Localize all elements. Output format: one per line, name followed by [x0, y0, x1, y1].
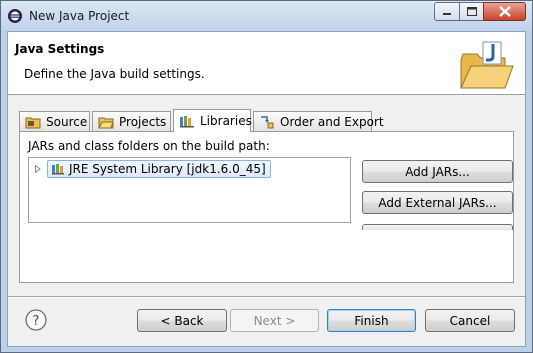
close-icon [498, 6, 511, 17]
window: New Java Project Java Settings Define th… [0, 0, 533, 353]
page-title: Java Settings [15, 42, 105, 56]
tab-source[interactable]: Source [19, 111, 90, 131]
order-export-icon [261, 115, 274, 128]
svg-text:?: ? [33, 314, 40, 329]
jre-library-entry[interactable]: JRE System Library [jdk1.6.0_45] [47, 159, 271, 178]
finish-button[interactable]: Finish [327, 309, 416, 332]
tab-label-source: Source [46, 114, 88, 129]
jre-library-label: JRE System Library [jdk1.6.0_45] [69, 161, 266, 176]
jre-library-icon [52, 164, 64, 175]
build-path-label: JARs and class folders on the build path… [28, 139, 270, 153]
wizard-header: Java Settings Define the Java build sett… [8, 32, 525, 95]
maximize-icon [466, 7, 477, 16]
libraries-panel: JARs and class folders on the build path… [19, 131, 514, 283]
tab-label-order-and-export: Order and Export [280, 114, 384, 129]
tree-item[interactable]: JRE System Library [jdk1.6.0_45] [29, 159, 271, 178]
source-folder-icon [25, 117, 41, 128]
add-external-jars-button[interactable]: Add External JARs... [362, 191, 513, 214]
next-button-partial[interactable] [362, 224, 513, 230]
help-icon[interactable]: ? [25, 309, 47, 331]
expand-arrow-icon[interactable] [33, 164, 43, 174]
tab-label-libraries: Libraries [200, 114, 252, 128]
tab-label-projects: Projects [119, 114, 167, 129]
back-button[interactable]: < Back [137, 309, 227, 332]
maximize-button[interactable] [459, 2, 484, 21]
java-project-wizard-icon [460, 41, 514, 89]
window-title: New Java Project [29, 9, 130, 23]
eclipse-icon [8, 9, 22, 23]
title-bar[interactable]: New Java Project [1, 1, 532, 31]
tab-projects[interactable]: Projects [92, 111, 171, 131]
close-button[interactable] [483, 2, 526, 21]
tab-libraries[interactable]: Libraries [173, 109, 252, 132]
build-path-tree[interactable]: JRE System Library [jdk1.6.0_45] [28, 157, 351, 223]
libraries-icon [180, 116, 194, 128]
cancel-button[interactable]: Cancel [425, 309, 515, 332]
footer-separator [8, 296, 525, 298]
add-jars-button[interactable]: Add JARs... [362, 160, 513, 183]
minimize-icon [443, 12, 451, 15]
projects-folder-icon [98, 117, 114, 128]
next-button[interactable]: Next > [230, 309, 319, 332]
page-description: Define the Java build settings. [24, 67, 205, 81]
tab-order-and-export[interactable]: Order and Export [253, 111, 384, 131]
dialog-client: Java Settings Define the Java build sett… [7, 31, 526, 347]
window-controls [434, 2, 526, 22]
minimize-button[interactable] [434, 2, 460, 21]
